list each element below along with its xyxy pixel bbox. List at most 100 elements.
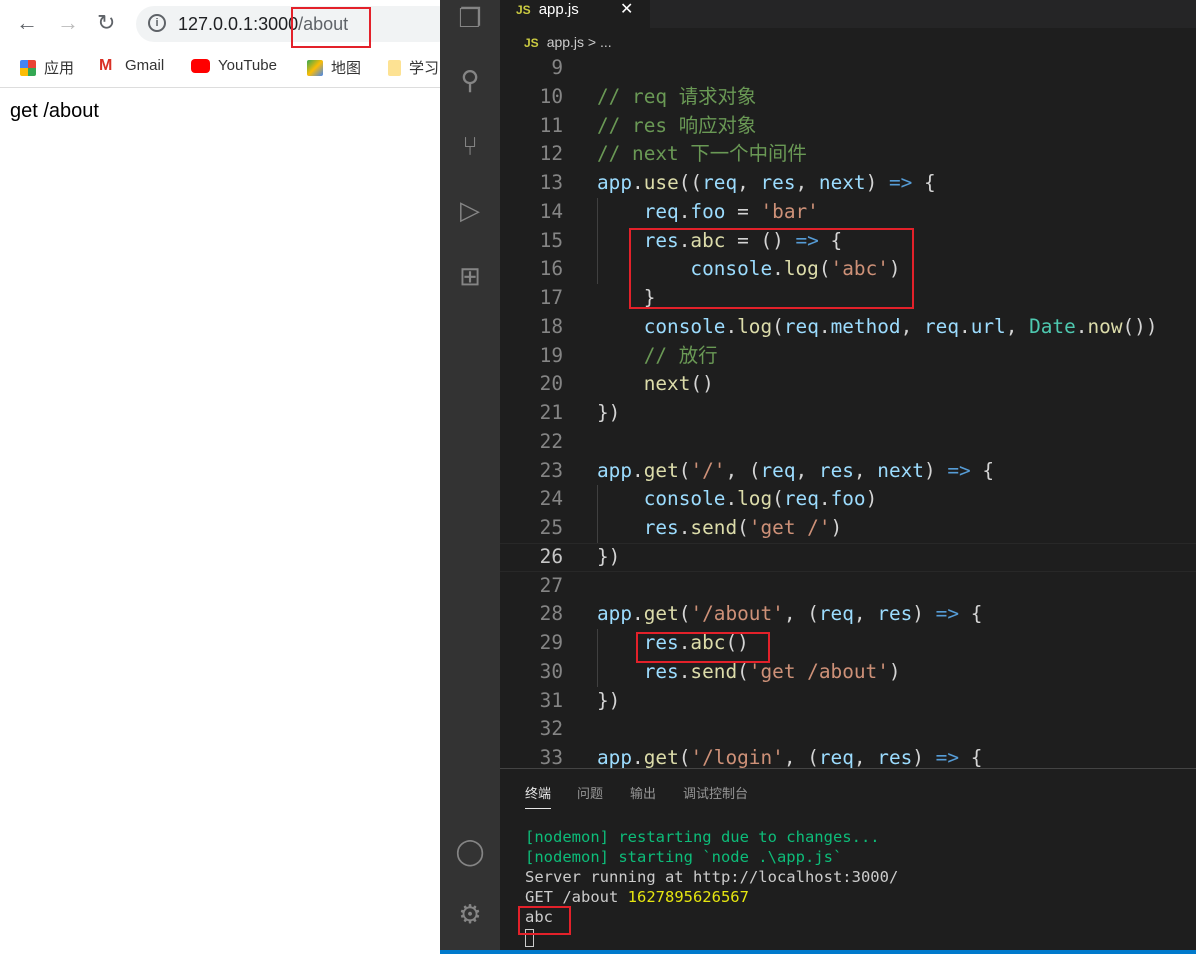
tab-output[interactable]: 输出 — [630, 783, 656, 802]
code-token: method — [830, 314, 901, 338]
run-debug-icon[interactable]: ▷ — [454, 194, 486, 226]
activity-bar: ❐ ⚲ ⑂ ▷ ⊞ ◯ ⚙ — [440, 0, 500, 954]
code-token: . — [725, 487, 738, 511]
code-line: }) — [597, 543, 620, 572]
search-icon[interactable]: ⚲ — [454, 64, 486, 96]
code-token: (( — [678, 171, 703, 194]
code-token: // 放行 — [643, 343, 718, 367]
code-token: ) — [865, 487, 878, 511]
maps-icon — [307, 59, 323, 76]
code-token: , — [1005, 314, 1030, 338]
code-editor[interactable]: 9 10 // req 请求对象 11 // res 响应对象 12 // next 下一个… — [500, 54, 1196, 768]
code-token: next — [877, 458, 924, 482]
forward-icon[interactable]: → — [57, 10, 79, 36]
url-host: 127.0.0.1:3000 — [178, 14, 299, 34]
code-token: ( — [737, 516, 749, 539]
code-token: app — [597, 171, 633, 194]
tab-label: app.js — [538, 1, 579, 18]
bookmark-gmail[interactable]: M Gmail — [99, 57, 164, 74]
code-token: '/' — [690, 458, 726, 482]
code-line: console.log(req.method, req.url, Date.no… — [597, 313, 1158, 342]
code-token: => — [935, 746, 960, 768]
code-token: res — [760, 171, 796, 194]
code-token: 'get /' — [748, 516, 831, 539]
terminal-line: [nodemon] restarting due to changes... — [525, 828, 880, 846]
code-line: req.foo = 'bar' — [597, 198, 819, 227]
extensions-icon[interactable]: ⊞ — [454, 260, 486, 292]
code-token: res — [643, 659, 679, 683]
code-line: app.get('/login', (req, res) => { — [597, 744, 982, 768]
line-number: 31 — [539, 688, 563, 712]
code-token: }) — [597, 544, 621, 568]
code-token: req — [783, 487, 819, 511]
bookmark-label: 地图 — [331, 60, 362, 77]
account-icon[interactable]: ◯ — [454, 835, 486, 867]
line-number: 9 — [551, 56, 563, 79]
settings-gear-icon[interactable]: ⚙ — [454, 898, 486, 930]
tab-problems[interactable]: 问题 — [577, 783, 603, 802]
bookmark-folder[interactable]: 学习 — [388, 57, 439, 78]
terminal-timestamp: 1627895626567 — [627, 888, 749, 906]
indent-guide — [597, 485, 598, 543]
tab-app-js[interactable]: JS app.js ✕ — [500, 0, 650, 28]
highlight-box-url — [291, 7, 371, 48]
code-token: '/about' — [690, 602, 784, 626]
code-token: log — [737, 487, 773, 511]
code-token: . — [818, 487, 831, 511]
code-token: { — [959, 746, 983, 768]
code-token: console — [643, 314, 726, 338]
info-icon[interactable]: i — [148, 14, 166, 32]
line-number: 23 — [539, 458, 563, 482]
bookmark-label: YouTube — [218, 57, 277, 74]
line-number: 29 — [539, 631, 563, 654]
code-token: ( — [737, 659, 749, 683]
line-number: 26 — [539, 544, 563, 568]
breadcrumb-path: app.js > ... — [546, 34, 612, 50]
code-token: res — [877, 746, 913, 768]
tab-debug-console[interactable]: 调试控制台 — [683, 783, 748, 802]
code-token: app — [597, 602, 633, 626]
code-token: => — [935, 602, 960, 626]
code-token: }) — [597, 401, 621, 424]
code-token: . — [632, 602, 644, 626]
bookmark-apps[interactable]: 应用 — [20, 57, 74, 78]
line-number: 15 — [539, 228, 563, 252]
code-token: // req 请求对象 — [597, 84, 757, 108]
folder-icon — [388, 59, 401, 76]
line-number: 17 — [539, 286, 563, 309]
explorer-icon[interactable]: ❐ — [454, 2, 486, 34]
code-token: app — [597, 458, 633, 482]
terminal-output[interactable]: [nodemon] restarting due to changes... [… — [525, 827, 898, 947]
code-token: send — [690, 659, 738, 683]
code-token: ( — [678, 746, 691, 768]
code-line: app.get('/', (req, res, next) => { — [597, 457, 994, 486]
code-token: , ( — [783, 746, 819, 768]
line-number: 24 — [539, 487, 563, 511]
code-token: ( — [772, 487, 784, 511]
vscode-window: ❐ ⚲ ⑂ ▷ ⊞ ◯ ⚙ JS app.js ✕ JS app.js > ... 9… — [440, 0, 1196, 954]
breadcrumb[interactable]: JS app.js > ... — [524, 34, 612, 50]
code-token: { — [959, 602, 983, 626]
tab-terminal[interactable]: 终端 — [525, 783, 552, 809]
close-tab-icon[interactable]: ✕ — [620, 0, 633, 20]
line-number: 14 — [539, 199, 563, 223]
code-token: . — [725, 314, 738, 338]
bookmark-youtube[interactable]: YouTube — [191, 57, 277, 74]
bookmark-maps[interactable]: 地图 — [307, 57, 361, 78]
line-number: 10 — [539, 84, 563, 108]
back-icon[interactable]: ← — [16, 10, 38, 36]
youtube-icon — [191, 58, 210, 73]
code-token: next — [643, 372, 691, 396]
code-token: ) — [912, 746, 936, 768]
code-line: }) — [597, 687, 620, 716]
source-control-icon[interactable]: ⑂ — [454, 130, 486, 162]
reload-icon[interactable]: ↻ — [97, 10, 115, 36]
code-line: // res 响应对象 — [597, 112, 756, 141]
highlight-box-terminal-abc — [518, 906, 571, 935]
code-token: ) — [865, 171, 889, 194]
code-token: }) — [597, 688, 621, 712]
